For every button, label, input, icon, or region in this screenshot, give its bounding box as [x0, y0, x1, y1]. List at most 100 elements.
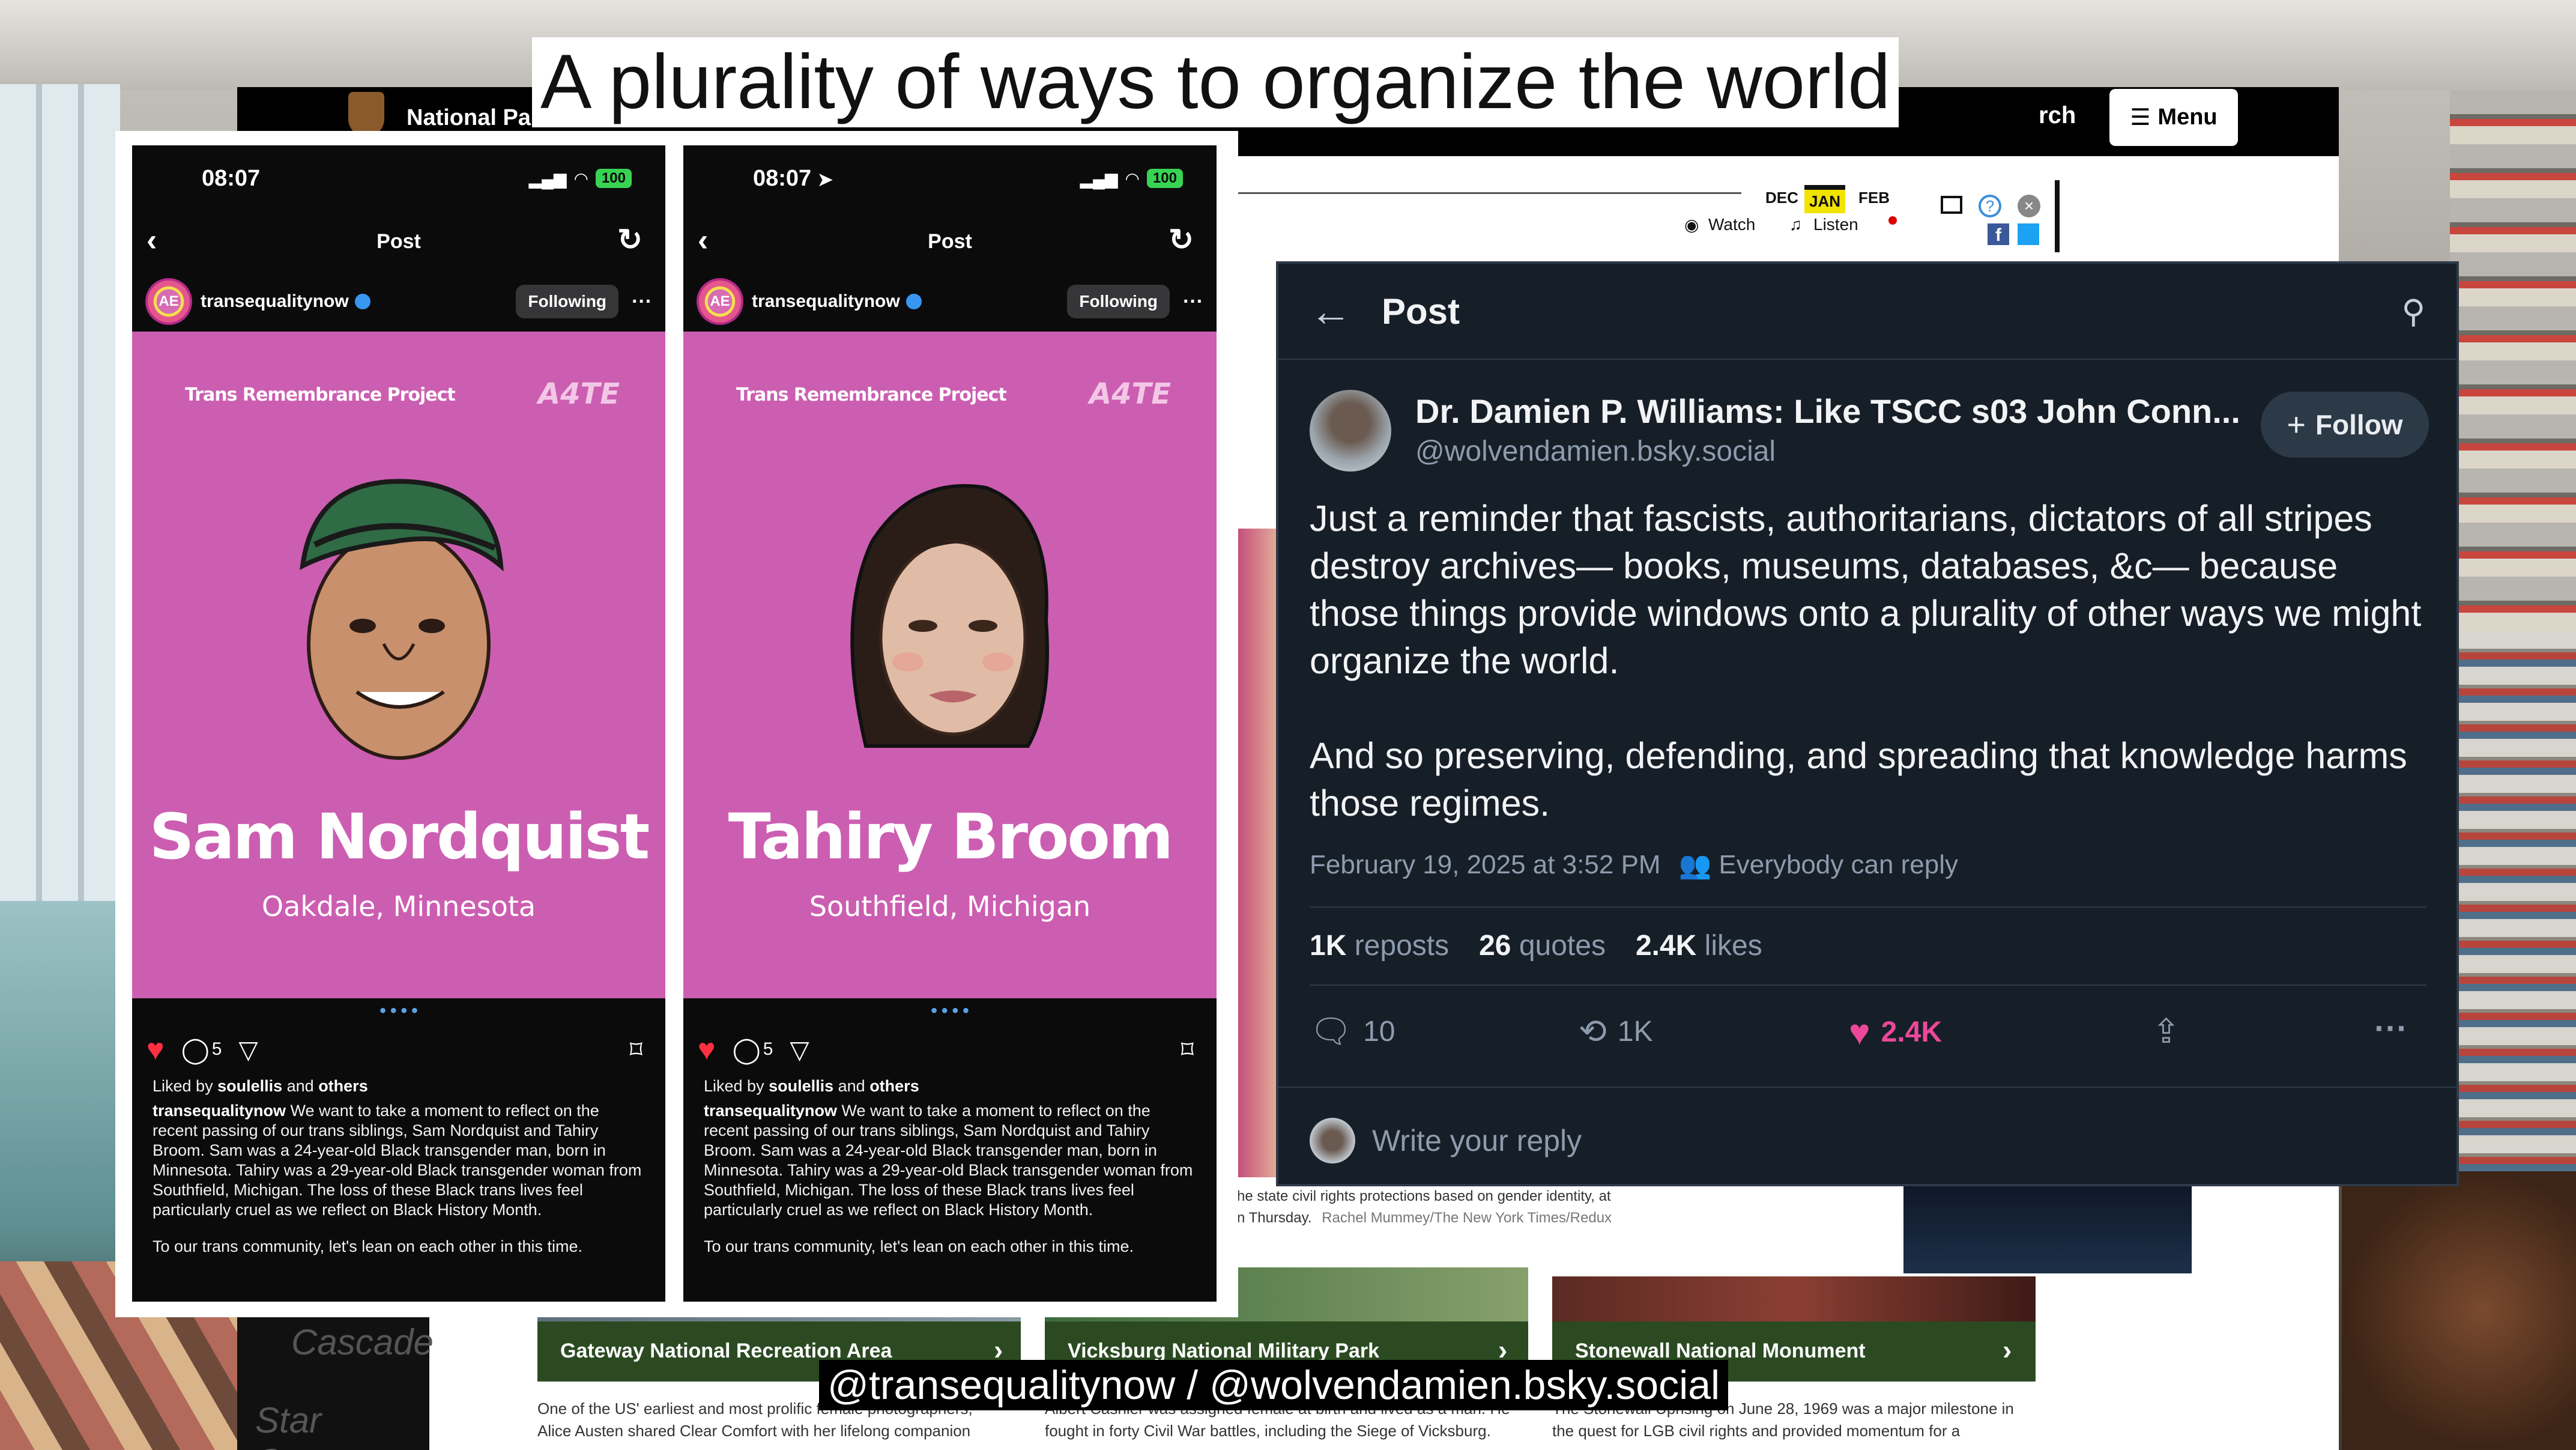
author-handle[interactable]: @wolvendamien.bsky.social — [1415, 435, 1776, 468]
liked-by-others[interactable]: others — [318, 1077, 368, 1095]
post-header: ‹ Post ↻ — [683, 211, 1217, 271]
quotes-stat[interactable]: 26 quotes — [1479, 929, 1606, 962]
follow-button[interactable]: + Follow — [2261, 392, 2429, 458]
comment-icon[interactable]: ◯ — [181, 1035, 210, 1064]
chevron-right-icon: › — [2003, 1334, 2012, 1365]
liked-by-prefix: Liked by — [704, 1077, 769, 1095]
share-action[interactable]: ⇪ — [2152, 1012, 2180, 1051]
person-name: Sam Nordquist — [149, 800, 650, 873]
liked-by-user[interactable]: soulellis — [217, 1077, 282, 1095]
logo-text: A4TE — [1089, 377, 1172, 411]
liked-by-prefix: Liked by — [153, 1077, 218, 1095]
bsky-header: ← Post ⚲ — [1278, 264, 2457, 360]
post-body: Just a reminder that fascists, authorita… — [1310, 495, 2432, 827]
post-stats: 1K reposts 26 quotes 2.4K likes — [1310, 929, 1762, 962]
reply-action[interactable]: 🗨 10 — [1310, 1012, 1395, 1051]
post-header: ‹ Post ↻ — [132, 211, 665, 271]
heart-icon: ♥ — [1849, 1012, 1870, 1052]
calendar-icon[interactable] — [1941, 196, 1962, 214]
park-bg-text-1: Cascade — [291, 1322, 434, 1362]
caption-tail: To our trans community, let's lean on ea… — [704, 1237, 1134, 1255]
repost-action[interactable]: ⟲ 1K — [1579, 1012, 1653, 1051]
signal-icon: ▂▄▆ — [528, 169, 567, 188]
author-avatar[interactable] — [1310, 390, 1391, 472]
timeline-line — [1237, 192, 1741, 194]
back-arrow-icon[interactable]: ← — [1310, 287, 1352, 335]
facebook-icon[interactable]: f — [1988, 223, 2009, 245]
verified-icon — [354, 294, 370, 309]
action-bar: ♥ ◯ 5 ▽ ⌑ — [683, 1022, 1217, 1076]
nps-arrowhead-icon — [348, 92, 384, 137]
refresh-icon[interactable]: ↻ — [1169, 222, 1194, 257]
reply-count: 10 — [1363, 1015, 1395, 1048]
carousel-dots: ● ● ● ● — [930, 1003, 970, 1017]
filter-settings-icon[interactable]: ⚲ — [2401, 293, 2425, 330]
more-icon[interactable]: ··· — [1183, 290, 1203, 314]
verified-icon — [906, 294, 922, 309]
plus-icon: + — [2287, 407, 2306, 443]
post-author-row: AE transequalitynow Following ··· — [683, 271, 1217, 332]
post-header-title: Post — [376, 229, 421, 253]
likes-label: likes — [1696, 930, 1762, 962]
post-paragraph-2: And so preserving, defending, and spread… — [1310, 735, 2407, 824]
slide-title: A plurality of ways to organize the worl… — [532, 37, 1899, 127]
like-count: 2.4K — [1881, 1016, 1943, 1048]
person-location: Oakdale, Minnesota — [261, 890, 536, 923]
avatar[interactable]: AE — [145, 278, 192, 325]
hamburger-icon: ☰ — [2130, 105, 2151, 130]
avatar[interactable]: AE — [697, 278, 743, 325]
likes-stat[interactable]: 2.4K likes — [1636, 929, 1762, 962]
post-image: Trans Remembrance Project A4TE Tahiry Br… — [683, 332, 1217, 998]
liked-by-user[interactable]: soulellis — [769, 1077, 833, 1095]
back-icon[interactable]: ‹ — [147, 222, 157, 258]
user-avatar — [1310, 1118, 1355, 1163]
following-button[interactable]: Following — [516, 285, 619, 318]
username[interactable]: transequalitynow — [201, 291, 349, 312]
share-icon[interactable]: ▽ — [238, 1035, 258, 1064]
reply-composer[interactable]: Write your reply — [1310, 1111, 2426, 1171]
back-icon[interactable]: ‹ — [698, 222, 708, 258]
watch-icon: ◉ — [1684, 216, 1699, 234]
like-action[interactable]: ♥ 2.4K — [1849, 1012, 1942, 1053]
liked-by-others[interactable]: others — [869, 1077, 919, 1095]
status-time: 08:07 — [753, 165, 812, 191]
logo-text: A4TE — [538, 377, 620, 411]
bookmark-icon[interactable]: ⌑ — [1181, 1035, 1194, 1064]
month-feb[interactable]: FEB — [1858, 189, 1890, 207]
park-card-1-desc-2: Alice Austen shared Clear Comfort with h… — [537, 1422, 971, 1440]
heart-icon[interactable]: ♥ — [147, 1032, 165, 1067]
action-bar: ♥ ◯ 5 ▽ ⌑ — [132, 1022, 665, 1076]
watch-link[interactable]: Watch — [1708, 215, 1755, 234]
close-icon[interactable]: × — [2018, 195, 2040, 217]
share-icon[interactable]: ▽ — [790, 1035, 809, 1064]
comment-icon[interactable]: ◯ — [733, 1035, 761, 1064]
nps-menu-button[interactable]: ☰ Menu — [2109, 89, 2238, 146]
signal-icon: ▂▄▆ — [1080, 169, 1118, 188]
caption-username[interactable]: transequalitynow — [704, 1102, 837, 1120]
article-photo-dark — [1903, 1177, 2192, 1273]
heart-icon[interactable]: ♥ — [698, 1032, 716, 1067]
month-jan[interactable]: JAN — [1804, 185, 1846, 213]
background-window — [0, 84, 120, 985]
headphones-icon: ♫ — [1789, 215, 1802, 234]
instagram-post-1: 08:07 ▂▄▆ ◠ 100 ‹ Post ↻ AE transequalit… — [132, 145, 665, 1302]
nps-site-title[interactable]: National Pa — [407, 105, 531, 131]
post-timestamp[interactable]: February 19, 2025 at 3:52 PM — [1310, 850, 1661, 880]
more-icon[interactable]: ··· — [632, 290, 652, 314]
more-options-icon[interactable]: ··· — [2374, 1009, 2408, 1048]
following-button[interactable]: Following — [1067, 285, 1170, 318]
month-dec[interactable]: DEC — [1765, 189, 1798, 207]
help-icon[interactable]: ? — [1979, 195, 2001, 217]
refresh-icon[interactable]: ↻ — [617, 222, 642, 257]
share-icon: ⇪ — [2152, 1012, 2180, 1050]
username[interactable]: transequalitynow — [752, 291, 900, 312]
nps-search-label[interactable]: rch — [2039, 102, 2076, 129]
caption-username[interactable]: transequalitynow — [153, 1102, 286, 1120]
author-name[interactable]: Dr. Damien P. Williams: Like TSCC s03 Jo… — [1415, 392, 2240, 431]
reposts-stat[interactable]: 1K reposts — [1310, 929, 1449, 962]
listen-link[interactable]: Listen — [1813, 215, 1858, 234]
twitter-icon[interactable] — [2018, 223, 2039, 245]
bookmark-icon[interactable]: ⌑ — [629, 1035, 642, 1064]
project-label: Trans Remembrance Project — [736, 384, 1007, 405]
park-card-2-desc-2: fought in forty Civil War battles, inclu… — [1045, 1422, 1491, 1440]
